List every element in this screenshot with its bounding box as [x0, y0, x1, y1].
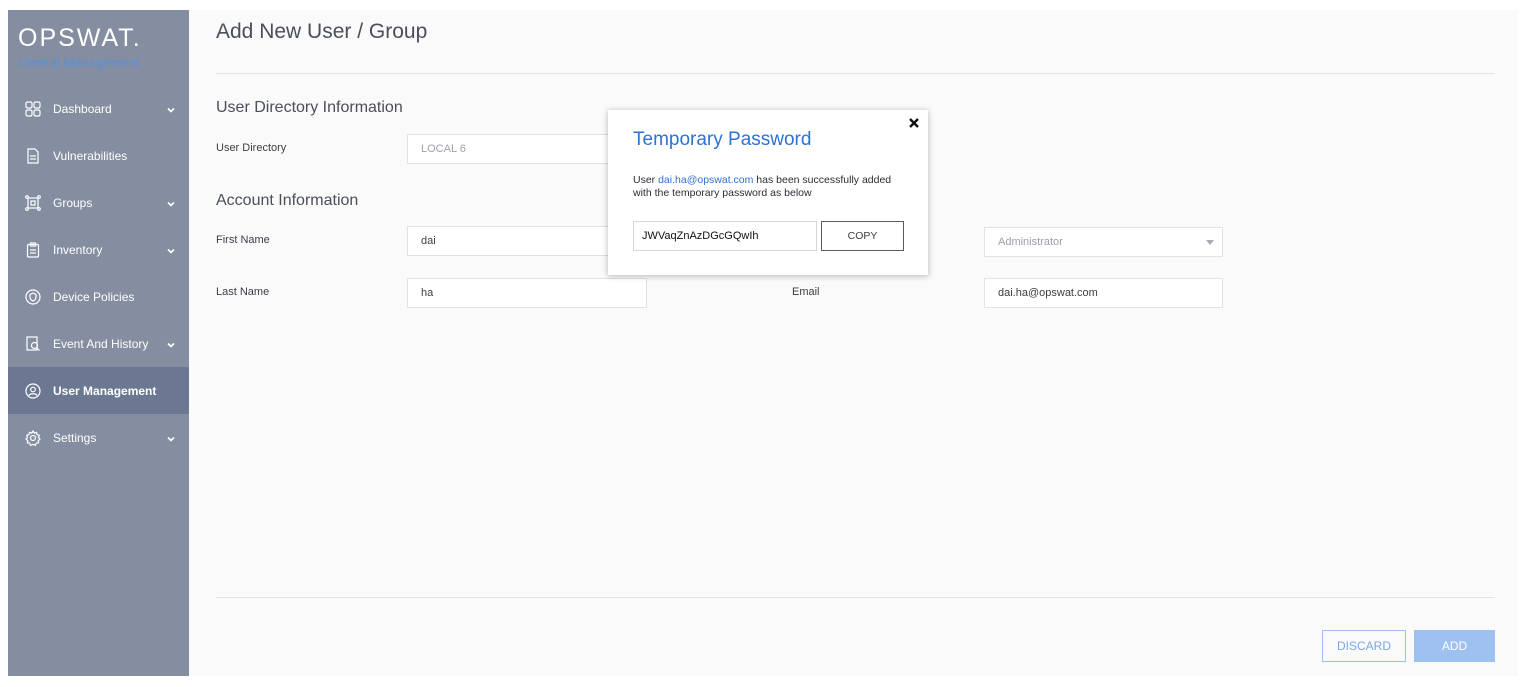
- user-email-link[interactable]: dai.ha@opswat.com: [658, 174, 753, 186]
- temporary-password-field[interactable]: JWVaqZnAzDGcGQwIh: [633, 221, 817, 251]
- app-window: OPSWAT. Central Management Dashboard Vul…: [8, 10, 1518, 676]
- message-prefix: User: [633, 174, 659, 186]
- dialog-message: User dai.ha@opswat.com has been successf…: [633, 174, 908, 200]
- close-icon[interactable]: [908, 116, 920, 128]
- dialog-title: Temporary Password: [633, 129, 812, 150]
- copy-button[interactable]: COPY: [821, 221, 904, 251]
- temporary-password-dialog: Temporary Password User dai.ha@opswat.co…: [608, 110, 928, 275]
